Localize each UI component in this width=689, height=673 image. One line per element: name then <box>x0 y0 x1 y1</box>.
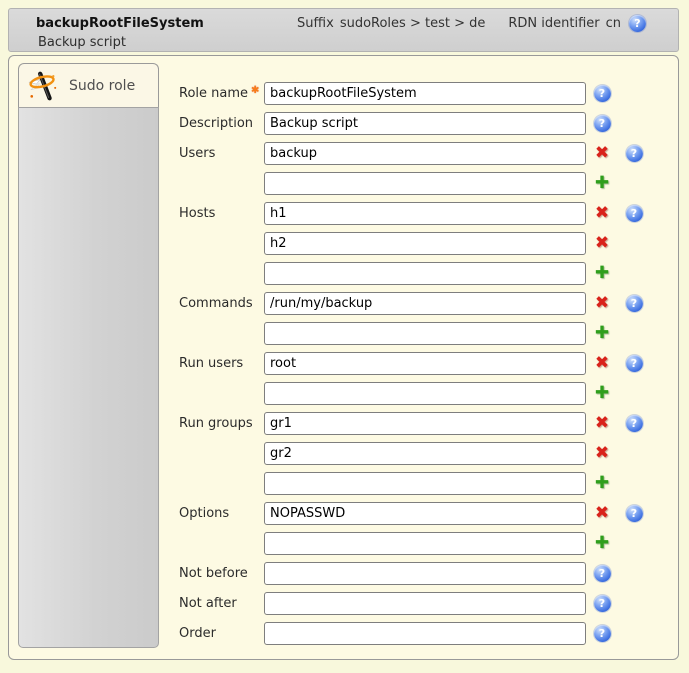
field-label: Not before <box>179 566 264 581</box>
form-row: ✖ <box>179 228 643 258</box>
form-row: Run groups ✖? <box>179 408 643 438</box>
form-row: Not before? <box>179 558 643 588</box>
delete-icon[interactable]: ✖ <box>593 235 611 252</box>
form-row: ✚ <box>179 318 643 348</box>
rdn-identifier-label: RDN identifier <box>508 16 599 31</box>
delete-icon[interactable]: ✖ <box>593 355 611 372</box>
help-icon[interactable]: ? <box>593 595 611 612</box>
add-icon[interactable]: ✚ <box>593 535 611 552</box>
help-icon[interactable]: ? <box>625 145 643 162</box>
not-before-input[interactable] <box>264 562 586 585</box>
run-groups-input[interactable] <box>264 412 586 435</box>
new-value-input[interactable] <box>264 232 586 255</box>
field-label: Users <box>179 146 264 161</box>
add-icon[interactable]: ✚ <box>593 385 611 402</box>
new-value-input[interactable] <box>264 322 586 345</box>
delete-icon[interactable]: ✖ <box>593 295 611 312</box>
entry-subtitle: Backup script <box>38 35 646 50</box>
help-icon[interactable]: ? <box>593 625 611 642</box>
sidebar-body <box>18 107 159 648</box>
add-icon[interactable]: ✚ <box>593 265 611 282</box>
delete-icon[interactable]: ✖ <box>593 205 611 222</box>
field-label: Hosts <box>179 206 264 221</box>
delete-icon[interactable]: ✖ <box>593 445 611 462</box>
new-value-input[interactable] <box>264 532 586 555</box>
page: backupRootFileSystem Suffix sudoRoles > … <box>8 8 679 660</box>
add-icon[interactable]: ✚ <box>593 475 611 492</box>
magic-wand-icon <box>28 71 58 101</box>
new-value-input[interactable] <box>264 442 586 465</box>
new-value-input[interactable] <box>264 382 586 405</box>
add-icon[interactable]: ✚ <box>593 175 611 192</box>
add-icon[interactable]: ✚ <box>593 325 611 342</box>
role-name-input[interactable] <box>264 82 586 105</box>
new-value-input[interactable] <box>264 172 586 195</box>
help-icon[interactable]: ? <box>593 85 611 102</box>
new-value-input[interactable] <box>264 262 586 285</box>
form-row: Run users ✖? <box>179 348 643 378</box>
tab-sudo-role[interactable]: Sudo role <box>18 63 159 107</box>
field-label: Role name✱ <box>179 86 264 101</box>
form-row: Users ✖? <box>179 138 643 168</box>
help-icon[interactable]: ? <box>629 15 646 32</box>
delete-icon[interactable]: ✖ <box>593 145 611 162</box>
help-icon[interactable]: ? <box>625 415 643 432</box>
help-icon[interactable]: ? <box>625 355 643 372</box>
hosts-input[interactable] <box>264 202 586 225</box>
help-icon[interactable]: ? <box>593 565 611 582</box>
field-label: Run users <box>179 356 264 371</box>
run-users-input[interactable] <box>264 352 586 375</box>
suffix-label: Suffix <box>297 16 334 31</box>
field-label: Options <box>179 506 264 521</box>
required-icon: ✱ <box>251 85 259 96</box>
form-row: Order? <box>179 618 643 648</box>
form-row: Description? <box>179 108 643 138</box>
description-input[interactable] <box>264 112 586 135</box>
field-label: Commands <box>179 296 264 311</box>
help-icon[interactable]: ? <box>625 505 643 522</box>
delete-icon[interactable]: ✖ <box>593 505 611 522</box>
help-icon[interactable]: ? <box>625 205 643 222</box>
module-sidebar: Sudo role <box>18 63 159 648</box>
form-row: ✚ <box>179 258 643 288</box>
suffix-value: sudoRoles > test > de <box>340 16 486 31</box>
field-label: Order <box>179 626 264 641</box>
form-row: ✚ <box>179 468 643 498</box>
form-row: ✚ <box>179 168 643 198</box>
content-panel: Sudo role Role name✱?Description?Users✖?… <box>8 55 679 660</box>
order-input[interactable] <box>264 622 586 645</box>
form-row: ✖ <box>179 438 643 468</box>
commands-input[interactable] <box>264 292 586 315</box>
field-label: Not after <box>179 596 264 611</box>
form-row: Commands ✖? <box>179 288 643 318</box>
form-row: Hosts ✖? <box>179 198 643 228</box>
help-icon[interactable]: ? <box>593 115 611 132</box>
sudo-role-form: Role name✱?Description?Users✖?✚Hosts✖?✖✚… <box>179 78 643 648</box>
help-icon[interactable]: ? <box>625 295 643 312</box>
tab-label: Sudo role <box>69 78 135 94</box>
new-value-input[interactable] <box>264 472 586 495</box>
delete-icon[interactable]: ✖ <box>593 415 611 432</box>
title-bar: backupRootFileSystem Suffix sudoRoles > … <box>8 8 679 52</box>
form-row: Options ✖? <box>179 498 643 528</box>
not-after-input[interactable] <box>264 592 586 615</box>
form-row: Not after? <box>179 588 643 618</box>
entry-title: backupRootFileSystem <box>36 16 204 31</box>
field-label: Description <box>179 116 264 131</box>
form-row: ✚ <box>179 528 643 558</box>
options-input[interactable] <box>264 502 586 525</box>
users-input[interactable] <box>264 142 586 165</box>
form-row: ✚ <box>179 378 643 408</box>
rdn-identifier-value: cn <box>606 16 621 31</box>
form-row: Role name✱? <box>179 78 643 108</box>
field-label: Run groups <box>179 416 264 431</box>
